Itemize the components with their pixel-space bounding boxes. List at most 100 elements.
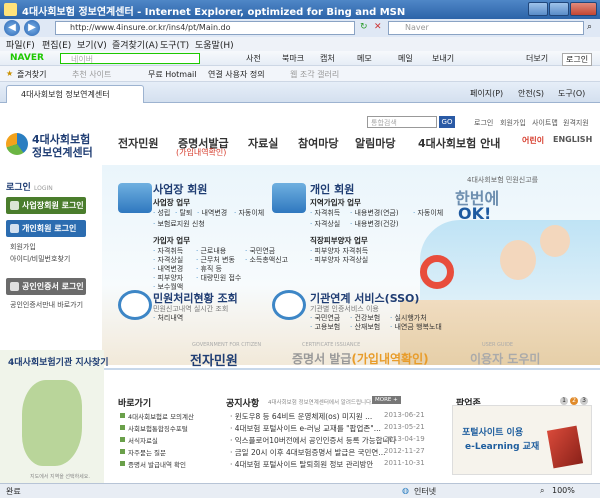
notice-item-1[interactable]: 윈도우8 등 64비트 운영체제(os) 미지원 ... xyxy=(230,411,372,422)
tab-user-guide[interactable]: 이용자 도우미 xyxy=(470,350,540,367)
minimize-button[interactable] xyxy=(528,2,548,16)
mem-item-9[interactable]: 대량민원 접수 xyxy=(196,273,241,283)
notice-item-3[interactable]: 익스플로어10버전에서 공인인증서 등록 가능합니다 xyxy=(230,435,397,446)
personal-login-button[interactable]: 개인회원 로그인 xyxy=(6,220,86,237)
naver-dict[interactable]: 사전 xyxy=(246,53,261,64)
gnb-notice[interactable]: 알림마당 xyxy=(355,135,395,151)
quick-item-2[interactable]: 사회보험통합징수포털 xyxy=(118,423,188,433)
tab-cert-small: CERTIFICATE ISSUANCE xyxy=(302,342,361,348)
lang-kids[interactable]: 어린이 xyxy=(522,135,544,146)
cmd-page[interactable]: 페이지(P) xyxy=(470,88,503,99)
forward-icon[interactable]: ▶ xyxy=(24,20,40,36)
lang-english[interactable]: ENGLISH xyxy=(553,135,592,144)
fav-item-web-slice[interactable]: 웹 조각 갤러리 xyxy=(290,69,339,80)
fav-item-recommended[interactable]: 추천 사이트 xyxy=(72,69,111,80)
back-icon[interactable]: ◀ xyxy=(4,20,20,36)
biz-item-withdraw[interactable]: 탈퇴 xyxy=(175,208,192,218)
naver-send[interactable]: 보내기 xyxy=(432,53,454,64)
refresh-icon[interactable]: ↻ xyxy=(360,22,368,32)
tab-certificate[interactable]: 증명서 발급(가입내역확인) xyxy=(292,350,429,367)
per-item-2[interactable]: 내용변경(연금) xyxy=(350,208,398,218)
naver-search-input[interactable]: 네이버 xyxy=(60,53,200,64)
cmd-tools[interactable]: 도구(O) xyxy=(558,88,585,99)
naver-more[interactable]: 더보기 xyxy=(526,53,548,64)
biz-item-establish[interactable]: 성립 xyxy=(153,208,170,218)
util-login[interactable]: 로그인 xyxy=(474,118,493,128)
popup-page-2[interactable]: 2 xyxy=(570,397,578,405)
naver-memo[interactable]: 메모 xyxy=(357,53,372,64)
gnb-e-civil[interactable]: 전자민원 xyxy=(118,135,158,151)
util-remote[interactable]: 원격지원 xyxy=(563,118,589,128)
naver-bookmark[interactable]: 북마크 xyxy=(282,53,304,64)
address-input[interactable]: http://www.4insure.or.kr/ins4/pt/Main.do xyxy=(55,21,355,35)
naver-mail[interactable]: 메일 xyxy=(398,53,413,64)
gnb-certificate-sub: (가입내역확인) xyxy=(176,148,227,157)
util-join[interactable]: 회원가입 xyxy=(500,118,526,128)
personal-title[interactable]: 개인 회원 xyxy=(310,181,354,197)
sso-item-4[interactable]: 고용보험 xyxy=(310,322,340,332)
favorites-label[interactable]: 즐겨찾기 xyxy=(17,69,46,80)
favorites-star-icon[interactable]: ★ xyxy=(6,69,13,78)
tab-active[interactable]: 4대사회보험 정보연계센터 xyxy=(6,85,144,103)
gnb-guide[interactable]: 4대사회보험 안내 xyxy=(418,135,500,151)
gnb-library[interactable]: 자료실 xyxy=(248,135,278,151)
notice-item-2[interactable]: 4대보험 포털사이트 e-러닝 교재를 "팝업존"... xyxy=(230,423,381,434)
notice-item-5[interactable]: 4대보험 포털사이트 탈퇴회원 정보 관리방안 xyxy=(230,459,374,470)
site-search-input[interactable]: 통합검색 xyxy=(367,116,437,128)
join-link[interactable]: 회원가입 xyxy=(10,242,36,252)
menu-view[interactable]: 보기(V) xyxy=(77,38,107,51)
util-sitemap[interactable]: 사이트맵 xyxy=(532,118,558,128)
quick-item-4[interactable]: 자주묻는 질문 xyxy=(118,447,166,457)
quick-item-3[interactable]: 서식자료실 xyxy=(118,435,158,445)
naver-login-button[interactable]: 로그인 xyxy=(562,53,593,66)
biz-item-support[interactable]: 보험료지원 신청 xyxy=(153,219,204,229)
site-search-button[interactable]: GO xyxy=(439,116,455,128)
menu-favorites[interactable]: 즐겨찾기(A) xyxy=(112,38,158,51)
sso-link-icon[interactable] xyxy=(272,290,306,320)
quick-item-1[interactable]: 4대사회보험료 모의계산 xyxy=(118,411,194,421)
business-title[interactable]: 사업장 회원 xyxy=(153,181,207,197)
business-building-icon[interactable] xyxy=(118,183,152,213)
magnifier-icon[interactable] xyxy=(118,290,152,320)
search-icon[interactable]: ⌕ xyxy=(587,22,592,32)
personal-people-icon[interactable] xyxy=(272,183,306,213)
zoom-icon[interactable]: ⌕ xyxy=(540,486,544,496)
per-item-7[interactable]: 피부양자 자격상실 xyxy=(310,255,368,265)
maximize-button[interactable] xyxy=(549,2,569,16)
mem-item-11[interactable]: 소득총액신고 xyxy=(245,255,288,265)
quick-item-5[interactable]: 증명서 발급내역 확인 xyxy=(118,459,186,469)
close-button[interactable] xyxy=(570,2,597,16)
popup-page-3[interactable]: 3 xyxy=(580,397,588,405)
notice-item-4[interactable]: 금일 20시 이후 4대보험증명서 발급은 국민연... xyxy=(230,447,386,458)
stop-icon[interactable]: ✕ xyxy=(374,22,382,32)
sso-item-6[interactable]: 내연금 행복노대 xyxy=(390,322,441,332)
search-input[interactable]: Naver xyxy=(388,21,584,35)
zoom-level[interactable]: 100% xyxy=(552,486,575,495)
menu-file[interactable]: 파일(F) xyxy=(6,38,35,51)
fav-item-hotmail[interactable]: 무료 Hotmail xyxy=(148,69,196,80)
per-item-5[interactable]: 내용변경(건강) xyxy=(350,219,398,229)
status-item[interactable]: 처리내역 xyxy=(153,313,183,323)
zone-text: 인터넷 xyxy=(414,487,437,496)
per-item-4[interactable]: 자격상실 xyxy=(310,219,340,229)
tab-ecivil[interactable]: 전자민원 xyxy=(190,350,238,369)
fav-item-custom-links[interactable]: 연결 사용자 정의 xyxy=(208,69,265,80)
cmd-safety[interactable]: 안전(S) xyxy=(518,88,544,99)
per-item-3[interactable]: 자동이체 xyxy=(413,208,443,218)
popup-page-1[interactable]: 1 xyxy=(560,397,568,405)
menu-tools[interactable]: 도구(T) xyxy=(160,38,189,51)
biz-item-change[interactable]: 내역변경 xyxy=(197,208,227,218)
cert-guide-link[interactable]: 공인인증서만내 바로가기 xyxy=(10,300,83,310)
naver-capture[interactable]: 캡처 xyxy=(320,53,335,64)
biz-item-autopay[interactable]: 자동이체 xyxy=(234,208,264,218)
notice-more-button[interactable]: MORE + xyxy=(372,396,401,404)
korea-map-image[interactable] xyxy=(22,380,82,466)
cert-login-button[interactable]: 공인인증서 로그인 xyxy=(6,278,86,295)
find-account-link[interactable]: 아이디/비밀번호찾기 xyxy=(10,254,70,264)
menu-edit[interactable]: 편집(E) xyxy=(42,38,71,51)
per-item-1[interactable]: 자격취득 xyxy=(310,208,340,218)
gnb-participation[interactable]: 참여마당 xyxy=(298,135,338,151)
business-login-button[interactable]: 사업장회원 로그인 xyxy=(6,197,86,214)
sso-item-5[interactable]: 산재보험 xyxy=(350,322,380,332)
menu-help[interactable]: 도움말(H) xyxy=(195,38,234,51)
